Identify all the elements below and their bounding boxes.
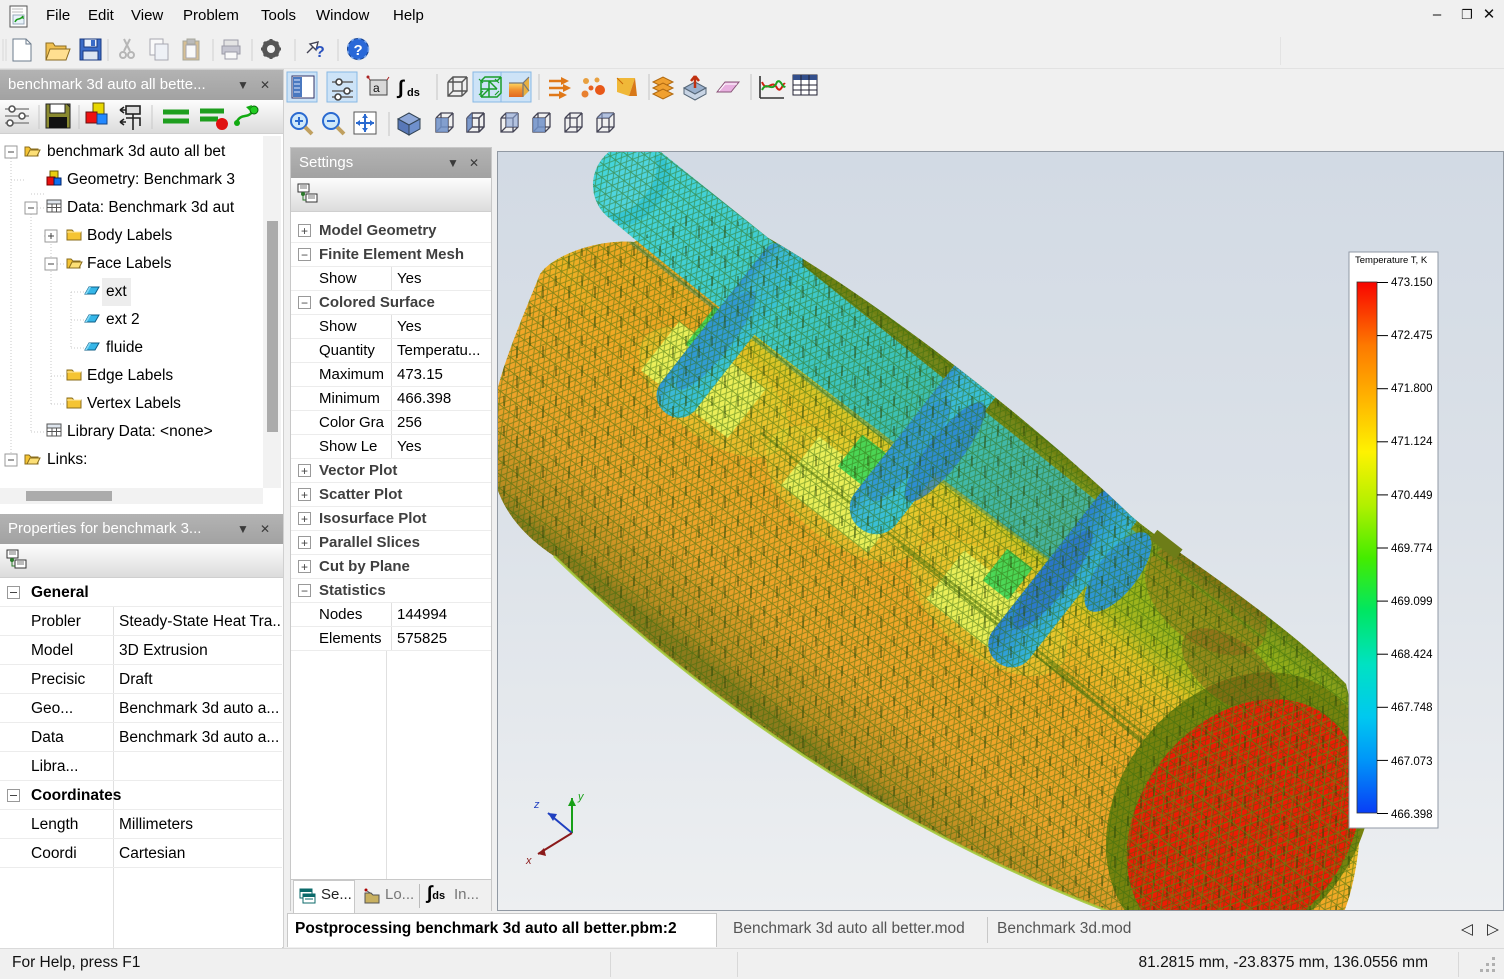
- svg-text:a: a: [373, 81, 380, 95]
- svg-text:x: x: [525, 855, 532, 867]
- svg-text:ds: ds: [407, 87, 420, 99]
- svg-text:470.449: 470.449: [1391, 490, 1433, 502]
- svg-text:469.099: 469.099: [1391, 596, 1433, 608]
- svg-text:∫: ∫: [396, 77, 405, 99]
- svg-text:Temperature T, K: Temperature T, K: [1355, 255, 1428, 266]
- svg-text:467.748: 467.748: [1391, 702, 1433, 714]
- svg-text:468.424: 468.424: [1391, 649, 1433, 661]
- svg-text:z: z: [533, 799, 540, 811]
- svg-text:466.398: 466.398: [1391, 809, 1433, 821]
- svg-text:473.150: 473.150: [1391, 277, 1433, 289]
- svg-text:469.774: 469.774: [1391, 543, 1433, 555]
- svg-text:472.475: 472.475: [1391, 330, 1433, 342]
- svg-text:471.800: 471.800: [1391, 383, 1433, 395]
- svg-text:?: ?: [315, 44, 325, 61]
- svg-text:471.124: 471.124: [1391, 436, 1433, 448]
- svg-text:?: ?: [354, 42, 363, 59]
- svg-text:467.073: 467.073: [1391, 756, 1433, 768]
